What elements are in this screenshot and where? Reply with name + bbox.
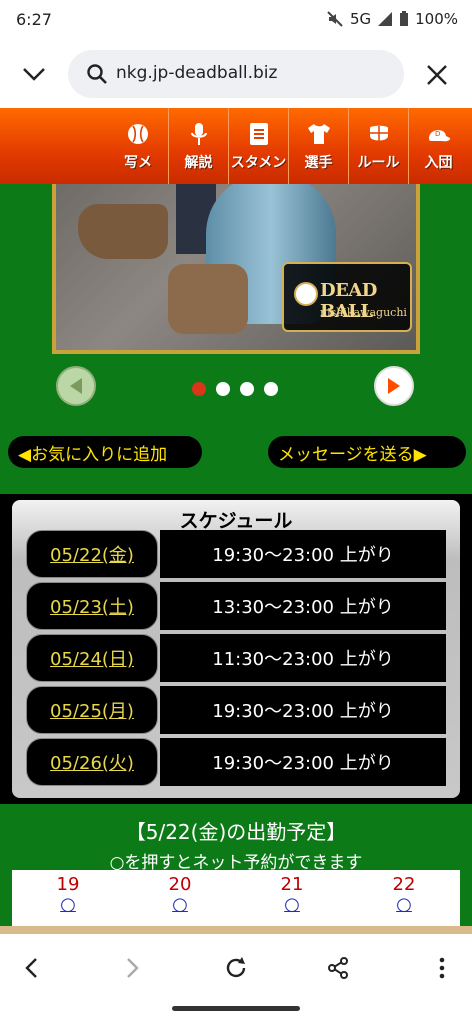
schedule-row: 05/25(月) 19:30〜23:00 上がり	[26, 686, 446, 734]
schedule-date-link[interactable]: 05/23(土)	[26, 582, 158, 630]
nav-label: ルール	[357, 154, 400, 171]
close-icon[interactable]	[426, 64, 448, 90]
home-indicator[interactable]	[172, 1006, 300, 1011]
schedule-row: 05/23(土) 13:30〜23:00 上がり	[26, 582, 446, 630]
schedule-row: 05/22(金) 19:30〜23:00 上がり	[26, 530, 446, 578]
schedule-date-link[interactable]: 05/25(月)	[26, 686, 158, 734]
status-indicators: 5G 100%	[326, 10, 458, 28]
battery-icon	[399, 11, 409, 27]
schedule-time: 11:30〜23:00 上がり	[160, 634, 446, 682]
arrow-right-icon	[388, 378, 400, 394]
site-nav: 写メ 解説 スタメン 選手 ルール D 入団	[0, 108, 472, 184]
more-menu-button[interactable]	[424, 950, 460, 986]
photo-boot	[168, 264, 248, 334]
address-bar: nkg.jp-deadball.biz	[0, 40, 472, 108]
schedule-row: 05/26(火) 19:30〜23:00 上がり	[26, 738, 446, 786]
booking-slot: 20 ○	[124, 870, 236, 926]
baseball-icon	[294, 282, 318, 306]
cap-icon: D	[426, 121, 452, 147]
nav-item-join[interactable]: D 入団	[408, 108, 468, 184]
nav-item-photos[interactable]: 写メ	[108, 108, 168, 184]
battery-percent: 100%	[415, 10, 458, 28]
banner-photo[interactable]: DEAD BALL nishikawaguchi	[52, 184, 420, 354]
carousel-dot[interactable]	[240, 382, 254, 396]
microphone-icon	[186, 121, 212, 147]
reserve-link[interactable]: ○	[348, 895, 460, 915]
status-time: 6:27	[16, 10, 52, 29]
schedule-time: 19:30〜23:00 上がり	[160, 686, 446, 734]
send-message-button[interactable]: メッセージを送る▶	[268, 436, 466, 468]
schedule-time: 13:30〜23:00 上がり	[160, 582, 446, 630]
baseball-icon	[125, 121, 151, 147]
status-bar: 6:27 5G 100%	[0, 0, 472, 40]
document-icon	[246, 121, 272, 147]
chevron-left-icon	[25, 958, 37, 978]
add-favorite-button[interactable]: ◀お気に入りに追加	[8, 436, 202, 468]
carousel-dot[interactable]	[216, 382, 230, 396]
booking-slot: 21 ○	[236, 870, 348, 926]
slot-hour: 21	[280, 874, 304, 895]
reserve-link[interactable]: ○	[12, 895, 124, 915]
jersey-icon	[306, 121, 332, 147]
booking-slot: 22 ○	[348, 870, 460, 926]
photo-boot	[78, 204, 168, 259]
share-icon	[328, 957, 348, 979]
arrow-left-icon	[70, 378, 82, 394]
booking-slot: 19 ○	[12, 870, 124, 926]
booking-title: 【5/22(金)の出勤予定】	[125, 820, 347, 844]
chevron-right-icon	[127, 958, 139, 978]
booking-slots: 19 ○ 20 ○ 21 ○ 22 ○	[12, 870, 460, 926]
carousel-dot[interactable]	[264, 382, 278, 396]
url-field[interactable]: nkg.jp-deadball.biz	[68, 50, 404, 98]
schedule-row: 05/24(日) 11:30〜23:00 上がり	[26, 634, 446, 682]
search-icon	[86, 63, 108, 89]
nav-item-lineup[interactable]: スタメン	[228, 108, 288, 184]
share-button[interactable]	[320, 950, 356, 986]
nav-item-commentary[interactable]: 解説	[168, 108, 228, 184]
schedule-time: 19:30〜23:00 上がり	[160, 738, 446, 786]
slot-hour: 22	[392, 874, 416, 895]
more-vertical-icon	[439, 957, 445, 979]
nav-label: 選手	[304, 154, 333, 171]
schedule-date-link[interactable]: 05/22(金)	[26, 530, 158, 578]
carousel-next-button[interactable]	[374, 366, 414, 406]
mute-icon	[326, 10, 344, 28]
schedule-time: 19:30〜23:00 上がり	[160, 530, 446, 578]
chevron-down-icon[interactable]	[20, 62, 48, 86]
schedule-title: スケジュール	[179, 510, 293, 532]
forward-button[interactable]	[114, 950, 150, 986]
reload-icon	[226, 957, 246, 978]
network-label: 5G	[349, 10, 372, 28]
nav-label: 解説	[184, 154, 213, 171]
carousel-dots	[192, 382, 278, 396]
nav-label: スタメン	[230, 154, 287, 171]
back-button[interactable]	[14, 950, 50, 986]
schedule-date-link[interactable]: 05/26(火)	[26, 738, 158, 786]
carousel-dot[interactable]	[192, 382, 206, 396]
reload-button[interactable]	[218, 950, 254, 986]
deadball-logo: DEAD BALL nishikawaguchi	[282, 262, 412, 332]
nav-item-players[interactable]: 選手	[288, 108, 348, 184]
catcher-mask-icon	[366, 121, 392, 147]
reserve-link[interactable]: ○	[124, 895, 236, 915]
reserve-link[interactable]: ○	[236, 895, 348, 915]
footer-strip	[0, 926, 472, 934]
schedule-panel: スケジュール 05/22(金) 19:30〜23:00 上がり 05/23(土)…	[12, 500, 460, 798]
url-text: nkg.jp-deadball.biz	[116, 63, 278, 83]
svg-text:D: D	[435, 130, 440, 138]
carousel-prev-button[interactable]	[56, 366, 96, 406]
logo-subtitle: nishikawaguchi	[320, 306, 407, 319]
schedule-date-link[interactable]: 05/24(日)	[26, 634, 158, 682]
nav-label: 写メ	[124, 154, 152, 171]
nav-label: 入団	[424, 154, 453, 171]
signal-icon	[377, 11, 393, 27]
slot-hour: 20	[168, 874, 192, 895]
slot-hour: 19	[56, 874, 80, 895]
nav-item-rules[interactable]: ルール	[348, 108, 408, 184]
